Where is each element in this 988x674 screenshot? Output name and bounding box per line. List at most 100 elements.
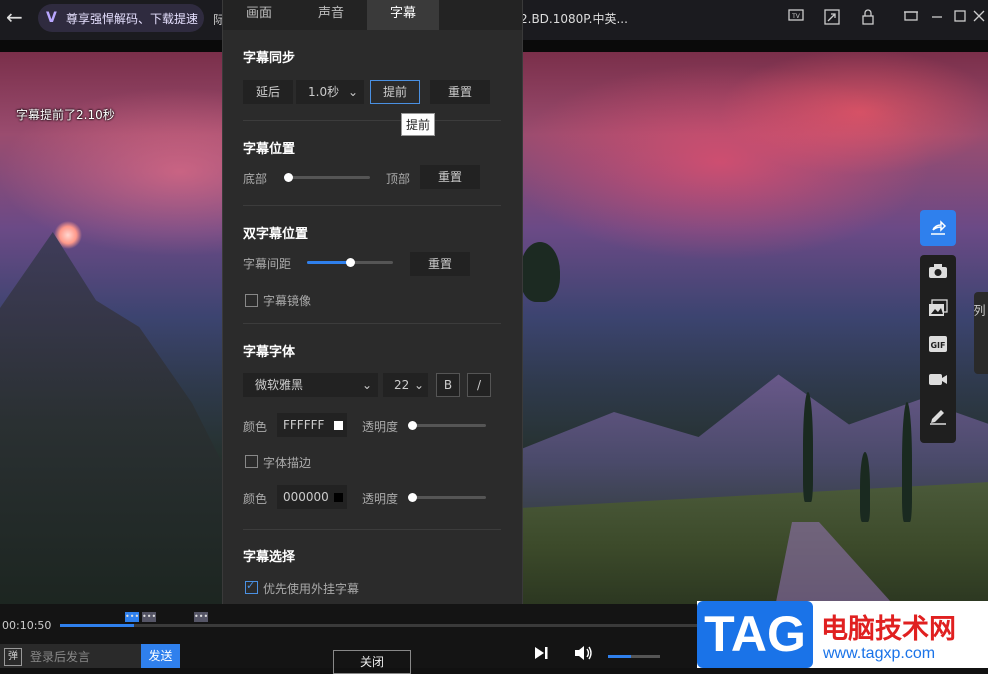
- vip-banner[interactable]: V 尊享强悍解码、下载提速: [38, 4, 204, 32]
- spacing-label: 字幕间距: [243, 257, 292, 271]
- play-next-icon[interactable]: [533, 645, 549, 665]
- cypress-tree: [803, 392, 813, 502]
- settings-panel: 画面 声音 字幕 字幕同步 延后 1.0秒 ⌄ 提前 重置 字幕位置 底部 顶部…: [222, 0, 523, 668]
- danmu-marker[interactable]: •••: [194, 612, 208, 622]
- prefer-external-label: 优先使用外挂字幕: [263, 582, 360, 596]
- share-button[interactable]: [920, 210, 956, 246]
- maximize-icon[interactable]: [951, 9, 969, 27]
- mirror-checkbox[interactable]: [245, 294, 258, 307]
- tree: [520, 242, 560, 302]
- stroke-color-swatch: [334, 493, 343, 502]
- danmu-bar: 弹 登录后发言 发送: [0, 644, 180, 668]
- tab-subtitle[interactable]: 字幕: [367, 0, 439, 30]
- panel-tabs: 画面 声音 字幕: [223, 0, 522, 30]
- stroke-color-field[interactable]: 000000: [277, 485, 347, 509]
- danmu-input[interactable]: 登录后发言: [30, 648, 90, 665]
- spacing-slider[interactable]: [307, 258, 393, 267]
- step-value: 1.0秒: [308, 85, 340, 99]
- chevron-down-icon: ⌄: [413, 378, 424, 392]
- section-title-font: 字幕字体: [243, 345, 296, 360]
- italic-button[interactable]: /: [467, 373, 491, 397]
- stroke-opacity-knob[interactable]: [408, 493, 417, 502]
- tool-sidebar: GIF: [920, 255, 956, 443]
- stroke-label: 字体描边: [263, 456, 312, 470]
- tab-audio[interactable]: 声音: [295, 0, 367, 30]
- section-title-position: 字幕位置: [243, 142, 296, 157]
- watermark-logo: TAG: [697, 601, 813, 668]
- stroke-opacity-label: 透明度: [362, 492, 399, 506]
- stroke-checkbox[interactable]: [245, 455, 258, 468]
- tab-picture[interactable]: 画面: [223, 0, 295, 30]
- section-title-dual: 双字幕位置: [243, 227, 309, 242]
- font-family-value: 微软雅黑: [255, 378, 304, 392]
- font-size-select[interactable]: 22 ⌄: [383, 373, 428, 397]
- danmu-send-button[interactable]: 发送: [141, 644, 180, 668]
- camera-icon[interactable]: [928, 263, 948, 283]
- position-slider[interactable]: [284, 173, 370, 182]
- font-color-value: FFFFFF: [283, 418, 325, 432]
- font-color-field[interactable]: FFFFFF: [277, 413, 347, 437]
- font-family-select[interactable]: 微软雅黑 ⌄: [243, 373, 378, 397]
- volume-icon[interactable]: [574, 645, 594, 665]
- divider: [243, 323, 501, 324]
- font-opacity-slider[interactable]: [408, 421, 486, 430]
- video-title: 2.BD.1080P.中英...: [520, 12, 628, 26]
- watermark-url: www.tagxp.com: [823, 645, 936, 662]
- video-record-icon[interactable]: [928, 371, 948, 391]
- watermark: TAG 电脑技术网 www.tagxp.com: [697, 601, 988, 668]
- mirror-label: 字幕镜像: [263, 294, 312, 308]
- font-size-value: 22: [394, 378, 410, 392]
- stroke-opacity-slider[interactable]: [408, 493, 486, 502]
- mini-mode-icon[interactable]: [902, 9, 920, 27]
- close-icon[interactable]: [970, 9, 988, 27]
- position-reset-button[interactable]: 重置: [420, 165, 480, 189]
- font-opacity-label: 透明度: [362, 420, 399, 434]
- progress-fill: [60, 624, 135, 627]
- danmu-marker[interactable]: •••: [125, 612, 139, 622]
- divider: [243, 529, 501, 530]
- danmu-toggle-icon[interactable]: 弹: [4, 648, 22, 666]
- volume-fill: [608, 655, 632, 658]
- stroke-color-value: 000000: [283, 490, 329, 504]
- pen-icon[interactable]: [928, 407, 948, 427]
- position-slider-knob[interactable]: [284, 173, 294, 182]
- minimize-icon[interactable]: [928, 9, 946, 27]
- step-select[interactable]: 1.0秒 ⌄: [296, 80, 364, 104]
- watermark-name: 电脑技术网: [821, 614, 956, 645]
- close-panel-button[interactable]: 关闭: [333, 650, 411, 674]
- back-arrow-icon[interactable]: ←: [6, 7, 26, 27]
- bold-button[interactable]: B: [436, 373, 460, 397]
- lock-icon[interactable]: [859, 9, 877, 27]
- pip-icon[interactable]: [823, 9, 841, 27]
- cypress-tree: [860, 452, 870, 522]
- position-bottom-label: 底部: [243, 172, 268, 186]
- delay-button[interactable]: 延后: [243, 80, 293, 104]
- danmu-marker[interactable]: •••: [142, 612, 156, 622]
- vip-icon: V: [46, 10, 57, 26]
- chevron-down-icon: ⌄: [361, 378, 372, 392]
- current-time: 00:10:50: [2, 619, 52, 632]
- divider: [243, 120, 501, 121]
- stroke-color-label: 颜色: [243, 492, 268, 506]
- sync-reset-button[interactable]: 重置: [430, 80, 490, 104]
- advance-button[interactable]: 提前: [370, 80, 420, 104]
- position-top-label: 顶部: [386, 172, 411, 186]
- mountain-left: [0, 232, 240, 604]
- font-color-label: 颜色: [243, 420, 268, 434]
- gif-icon[interactable]: GIF: [928, 335, 948, 355]
- playlist-tab[interactable]: 列: [972, 292, 988, 374]
- gallery-icon[interactable]: [928, 299, 948, 319]
- spacing-slider-fill: [307, 261, 350, 264]
- prefer-external-checkbox[interactable]: [245, 579, 258, 594]
- divider: [243, 205, 501, 206]
- svg-text:GIF: GIF: [930, 341, 945, 350]
- vip-label: 尊享强悍解码、下载提速: [66, 11, 199, 26]
- advance-tooltip: 提前: [401, 113, 436, 136]
- font-color-swatch: [334, 421, 343, 430]
- spacing-slider-knob[interactable]: [346, 258, 355, 267]
- cypress-tree: [902, 402, 912, 522]
- font-opacity-knob[interactable]: [408, 421, 417, 430]
- dual-reset-button[interactable]: 重置: [410, 252, 470, 276]
- volume-slider[interactable]: [608, 655, 660, 658]
- tv-icon[interactable]: TV: [787, 9, 805, 27]
